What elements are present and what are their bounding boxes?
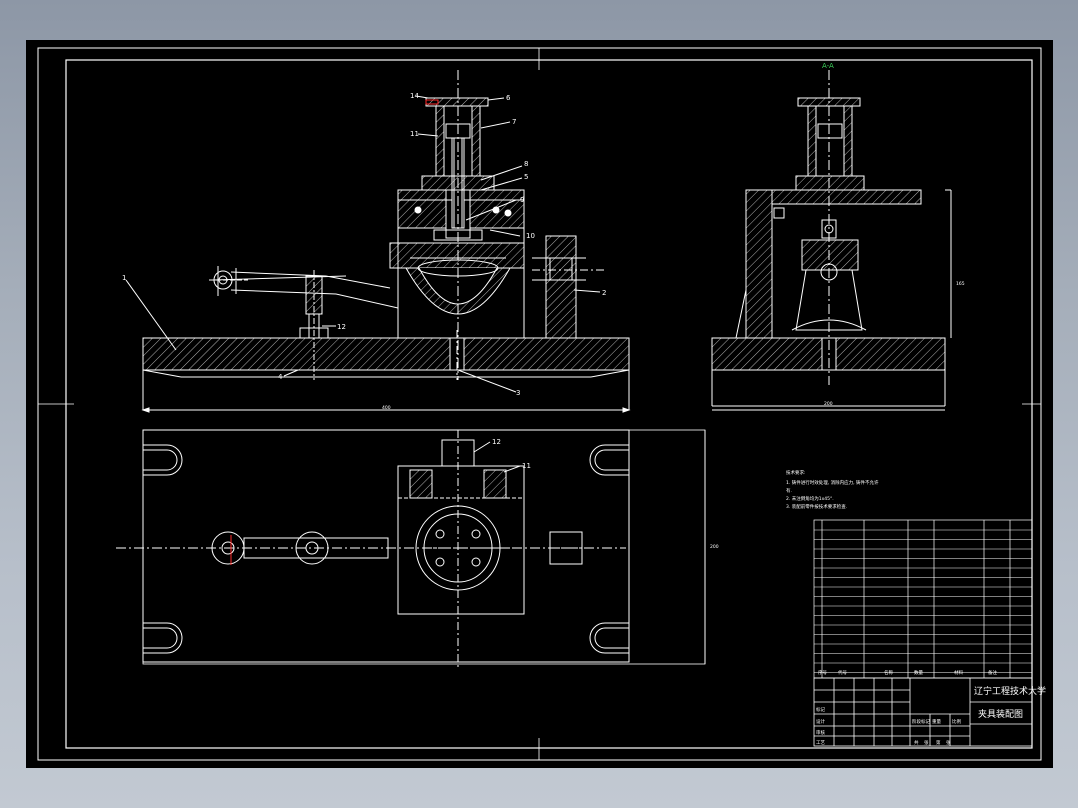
callout-8: 8 — [524, 160, 528, 168]
parts-rows — [814, 529, 1032, 673]
dim-front-width: 400 — [382, 405, 391, 411]
callout-5: 5 — [524, 173, 528, 181]
hdr-qty: 数量 — [914, 669, 923, 676]
side-view — [711, 70, 952, 411]
callout-7: 7 — [512, 118, 516, 126]
cad-viewport[interactable]: 14 6 11 7 9 8 5 10 1 12 4 3 2 400 A-A 20… — [26, 40, 1053, 768]
drawing-name: 夹具装配图 — [978, 708, 1023, 720]
inner-border — [65, 59, 1033, 749]
hdr-no: 序号 — [818, 669, 827, 676]
callout-3: 3 — [516, 389, 520, 397]
hdr-remark: 备注 — [988, 669, 997, 676]
sign-review: 审核 — [816, 729, 825, 736]
callout-12: 12 — [337, 323, 346, 331]
sheet-total: 共 — [914, 739, 919, 746]
note-1b: 有. — [786, 487, 792, 494]
callout-9: 9 — [520, 196, 524, 204]
callout-1: 1 — [122, 274, 126, 282]
plan-callout-12: 12 — [492, 438, 501, 446]
sheet-no-unit: 张 — [946, 739, 951, 746]
dim-side-width: 200 — [824, 401, 833, 407]
notes-title: 技术要求: — [786, 469, 806, 476]
outer-border — [37, 47, 1042, 761]
callout-14: 14 — [410, 92, 419, 100]
callout-4: 4 — [278, 373, 283, 381]
callout-6: 6 — [506, 94, 511, 102]
sign-design: 设计 — [816, 718, 825, 725]
note-2: 2. 未注倒角均为1x45°. — [786, 495, 834, 502]
dim-plan-height: 200 — [710, 544, 719, 550]
stage-scale: 比例 — [952, 718, 961, 725]
centering-marks — [38, 48, 1041, 760]
callout-11: 11 — [410, 130, 419, 138]
parts-list — [813, 519, 1033, 679]
section-label: A-A — [822, 62, 834, 70]
assembly-drawing: 14 6 11 7 9 8 5 10 1 12 4 3 2 400 A-A 20… — [37, 47, 1046, 761]
sheet-no: 第 — [936, 739, 941, 746]
stage-weight: 重量 — [932, 718, 941, 725]
note-3: 3. 装配前零件按技术要求检查. — [786, 503, 847, 510]
hdr-code: 代号 — [838, 669, 847, 676]
dim-side-height: 165 — [956, 281, 965, 287]
school-name: 辽宁工程技术大学 — [974, 685, 1046, 697]
stage-mark: 阶段标记 — [912, 718, 930, 725]
plan-view — [116, 429, 706, 670]
sheet-total-unit: 张 — [924, 739, 929, 746]
callout-10: 10 — [526, 232, 535, 240]
sign-mark: 标记 — [816, 706, 825, 713]
hdr-name: 名称 — [884, 669, 893, 676]
callout-2: 2 — [602, 289, 606, 297]
sign-process: 工艺 — [816, 740, 825, 746]
front-view — [125, 70, 631, 413]
technical-notes: 技术要求: 1. 铸件进行时效处理, 消除内应力, 铸件不允许 有. 2. 未注… — [786, 469, 879, 510]
plan-callout-11: 11 — [522, 462, 531, 470]
hdr-material: 材料 — [954, 669, 963, 676]
note-1: 1. 铸件进行时效处理, 消除内应力, 铸件不允许 — [786, 479, 879, 486]
